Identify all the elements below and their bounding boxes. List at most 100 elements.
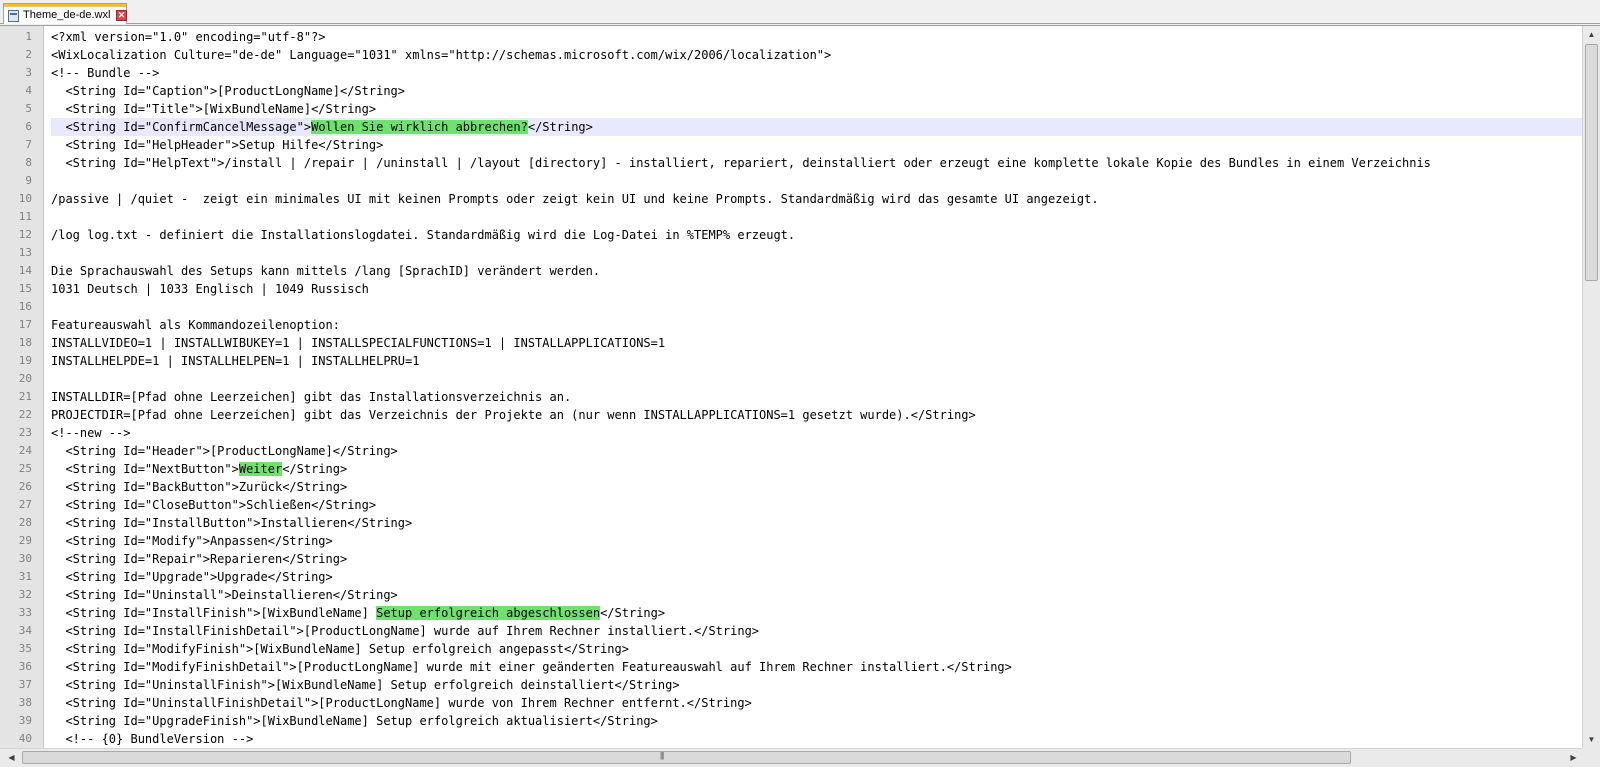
code-line[interactable]: 3 <!-- Bundle --> xyxy=(0,64,1582,82)
code-text[interactable]: <String Id="Caption">[ProductLongName]</… xyxy=(51,82,1582,100)
line-number: 27 xyxy=(18,498,32,511)
code-text[interactable]: Die Sprachauswahl des Setups kann mittel… xyxy=(51,262,1582,280)
line-number: 20 xyxy=(18,372,32,385)
vertical-scroll-thumb[interactable] xyxy=(1585,44,1598,281)
code-text[interactable]: <String Id="Header">[ProductLongName]</S… xyxy=(51,442,1582,460)
code-line[interactable]: 18 INSTALLVIDEO=1 | INSTALLWIBUKEY=1 | IN… xyxy=(0,334,1582,352)
code-text[interactable]: <!-- {0} BundleVersion --> xyxy=(51,730,1582,748)
code-text[interactable]: <String Id="NextButton">Weiter</String> xyxy=(51,460,1582,478)
code-text[interactable]: <?xml version="1.0" encoding="utf-8"?> xyxy=(51,28,1582,46)
code-line[interactable]: 2 <WixLocalization Culture="de-de" Langua… xyxy=(0,46,1582,64)
code-line[interactable]: 11 xyxy=(0,208,1582,226)
line-number: 38 xyxy=(18,696,32,709)
code-text[interactable]: INSTALLVIDEO=1 | INSTALLWIBUKEY=1 | INST… xyxy=(51,334,1582,352)
code-line[interactable]: 16 xyxy=(0,298,1582,316)
code-text[interactable]: <String Id="Upgrade">Upgrade</String> xyxy=(51,568,1582,586)
scroll-left-arrow-icon[interactable]: ◀ xyxy=(3,749,20,767)
code-line[interactable]: 21 INSTALLDIR=[Pfad ohne Leerzeichen] gib… xyxy=(0,388,1582,406)
code-text[interactable]: <String Id="ModifyFinish">[WixBundleName… xyxy=(51,640,1582,658)
line-number: 16 xyxy=(18,300,32,313)
code-text[interactable]: <String Id="Modify">Anpassen</String> xyxy=(51,532,1582,550)
scroll-down-arrow-icon[interactable]: ▼ xyxy=(1583,731,1600,748)
code-line[interactable]: 13 xyxy=(0,244,1582,262)
line-number: 15 xyxy=(18,282,32,295)
code-line[interactable]: 19 INSTALLHELPDE=1 | INSTALLHELPEN=1 | IN… xyxy=(0,352,1582,370)
code-line[interactable]: 31 <String Id="Upgrade">Upgrade</String> xyxy=(0,568,1582,586)
code-text[interactable]: <String Id="HelpHeader">Setup Hilfe</Str… xyxy=(51,136,1582,154)
code-text[interactable]: <String Id="ModifyFinishDetail">[Product… xyxy=(51,658,1582,676)
code-line[interactable]: 4 <String Id="Caption">[ProductLongName]… xyxy=(0,82,1582,100)
code-line[interactable]: 5 <String Id="Title">[WixBundleName]</St… xyxy=(0,100,1582,118)
code-line[interactable]: 29 <String Id="Modify">Anpassen</String> xyxy=(0,532,1582,550)
line-number: 13 xyxy=(18,246,32,259)
code-line[interactable]: 15 1031 Deutsch | 1033 Englisch | 1049 Ru… xyxy=(0,280,1582,298)
code-line[interactable]: 24 <String Id="Header">[ProductLongName]… xyxy=(0,442,1582,460)
code-line[interactable]: 1 <?xml version="1.0" encoding="utf-8"?> xyxy=(0,28,1582,46)
code-line[interactable]: 27 <String Id="CloseButton">Schließen</S… xyxy=(0,496,1582,514)
editor[interactable]: 1 <?xml version="1.0" encoding="utf-8"?> 2… xyxy=(0,25,1600,767)
code-text[interactable]: <String Id="Uninstall">Deinstallieren</S… xyxy=(51,586,1582,604)
code-line[interactable]: 35 <String Id="ModifyFinish">[WixBundleN… xyxy=(0,640,1582,658)
code-line[interactable]: 17 Featureauswahl als Kommandozeilenoptio… xyxy=(0,316,1582,334)
line-number: 17 xyxy=(18,318,32,331)
code-line[interactable]: 39 <String Id="UpgradeFinish">[WixBundle… xyxy=(0,712,1582,730)
code-text[interactable]: <String Id="UninstallFinish">[WixBundleN… xyxy=(51,676,1582,694)
code-lines[interactable]: 1 <?xml version="1.0" encoding="utf-8"?> 2… xyxy=(0,28,1582,748)
code-text[interactable]: <String Id="HelpText">/install | /repair… xyxy=(51,154,1582,172)
vertical-scrollbar[interactable]: ▲ ▼ xyxy=(1582,26,1600,748)
code-line[interactable]: 12/log log.txt - definiert die Installat… xyxy=(0,226,1582,244)
line-number: 31 xyxy=(18,570,32,583)
code-text[interactable]: <String Id="UninstallFinishDetail">[Prod… xyxy=(51,694,1582,712)
code-text[interactable]: /passive | /quiet - zeigt ein minimales … xyxy=(51,190,1582,208)
code-text[interactable]: 1031 Deutsch | 1033 Englisch | 1049 Russ… xyxy=(51,280,1582,298)
code-line[interactable]: 26 <String Id="BackButton">Zurück</Strin… xyxy=(0,478,1582,496)
code-text[interactable]: <!--new --> xyxy=(51,424,1582,442)
code-line[interactable]: 20 xyxy=(0,370,1582,388)
code-line[interactable]: 8 <String Id="HelpText">/install | /repa… xyxy=(0,154,1582,172)
code-line[interactable]: 37 <String Id="UninstallFinish">[WixBund… xyxy=(0,676,1582,694)
code-text[interactable]: <String Id="InstallFinish">[WixBundleNam… xyxy=(51,604,1582,622)
code-line[interactable]: 30 <String Id="Repair">Reparieren</Strin… xyxy=(0,550,1582,568)
code-line[interactable]: 38 <String Id="UninstallFinishDetail">[P… xyxy=(0,694,1582,712)
code-text[interactable]: PROJECTDIR=[Pfad ohne Leerzeichen] gibt … xyxy=(51,406,1582,424)
code-text[interactable]: <String Id="InstallFinishDetail">[Produc… xyxy=(51,622,1582,640)
code-line[interactable]: 34 <String Id="InstallFinishDetail">[Pro… xyxy=(0,622,1582,640)
search-highlight: Setup erfolgreich abgeschlossen xyxy=(376,606,601,620)
scroll-up-arrow-icon[interactable]: ▲ xyxy=(1583,26,1600,43)
code-line[interactable]: 7 <String Id="HelpHeader">Setup Hilfe</S… xyxy=(0,136,1582,154)
line-number: 1 xyxy=(25,30,32,43)
code-line[interactable]: 28 <String Id="InstallButton">Installier… xyxy=(0,514,1582,532)
code-text[interactable]: <String Id="BackButton">Zurück</String> xyxy=(51,478,1582,496)
code-line[interactable]: 14 Die Sprachauswahl des Setups kann mitt… xyxy=(0,262,1582,280)
horizontal-scrollbar[interactable]: ◀ ||| ▶ xyxy=(0,748,1582,767)
code-line[interactable]: 10/passive | /quiet - zeigt ein minimale… xyxy=(0,190,1582,208)
code-line[interactable]: 32 <String Id="Uninstall">Deinstallieren… xyxy=(0,586,1582,604)
code-text[interactable]: INSTALLHELPDE=1 | INSTALLHELPEN=1 | INST… xyxy=(51,352,1582,370)
tab-theme-de-de[interactable]: Theme_de-de.wxl ✕ xyxy=(3,3,127,24)
code-text[interactable]: <String Id="UpgradeFinish">[WixBundleNam… xyxy=(51,712,1582,730)
code-text[interactable]: /log log.txt - definiert die Installatio… xyxy=(51,226,1582,244)
code-text[interactable]: <String Id="ConfirmCancelMessage">Wollen… xyxy=(51,118,1582,136)
code-line[interactable]: 25 <String Id="NextButton">Weiter</Strin… xyxy=(0,460,1582,478)
line-number: 40 xyxy=(18,732,32,745)
code-text[interactable]: <String Id="Title">[WixBundleName]</Stri… xyxy=(51,100,1582,118)
close-icon[interactable]: ✕ xyxy=(116,10,127,21)
code-text[interactable]: <String Id="CloseButton">Schließen</Stri… xyxy=(51,496,1582,514)
code-text[interactable]: INSTALLDIR=[Pfad ohne Leerzeichen] gibt … xyxy=(51,388,1582,406)
code-text[interactable]: <WixLocalization Culture="de-de" Languag… xyxy=(51,46,1582,64)
code-line[interactable]: 33 <String Id="InstallFinish">[WixBundle… xyxy=(0,604,1582,622)
horizontal-scroll-thumb[interactable] xyxy=(22,751,1351,764)
search-highlight: Weiter xyxy=(238,462,283,476)
line-number: 19 xyxy=(18,354,32,367)
code-text[interactable]: <!-- Bundle --> xyxy=(51,64,1582,82)
code-line[interactable]: 36 <String Id="ModifyFinishDetail">[Prod… xyxy=(0,658,1582,676)
code-text[interactable]: Featureauswahl als Kommandozeilenoption: xyxy=(51,316,1582,334)
code-text[interactable]: <String Id="Repair">Reparieren</String> xyxy=(51,550,1582,568)
code-line[interactable]: 40 <!-- {0} BundleVersion --> xyxy=(0,730,1582,748)
code-line[interactable]: 22 PROJECTDIR=[Pfad ohne Leerzeichen] gib… xyxy=(0,406,1582,424)
code-line[interactable]: 9 xyxy=(0,172,1582,190)
code-text[interactable]: <String Id="InstallButton">Installieren<… xyxy=(51,514,1582,532)
code-line[interactable]: 6 <String Id="ConfirmCancelMessage">Woll… xyxy=(0,118,1582,136)
code-line[interactable]: 23 <!--new --> xyxy=(0,424,1582,442)
scroll-right-arrow-icon[interactable]: ▶ xyxy=(1565,749,1582,767)
